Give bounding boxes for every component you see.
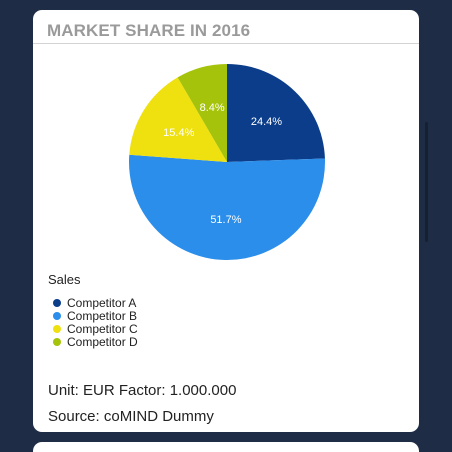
legend-label-d: Competitor D — [67, 334, 138, 349]
legend-item-competitor-c[interactable]: Competitor C — [48, 321, 138, 336]
legend-item-competitor-a[interactable]: Competitor A — [48, 295, 138, 310]
legend-label-b: Competitor B — [67, 308, 138, 323]
legend-marker-b — [53, 311, 61, 320]
legend-item-competitor-d[interactable]: Competitor D — [48, 334, 138, 349]
pie-label-competitor-d: 8.4% — [200, 102, 225, 114]
legend-item-competitor-b[interactable]: Competitor B — [48, 308, 138, 323]
scrollbar[interactable] — [425, 122, 428, 242]
legend-title: Sales — [48, 272, 81, 287]
unit-text: Unit: EUR Factor: 1.000.000 — [48, 382, 237, 399]
legend-label-a: Competitor A — [67, 295, 137, 310]
pie-chart: 24.4% 51.7% 15.4% 8.4% — [129, 64, 325, 261]
pie-label-competitor-c: 15.4% — [163, 127, 194, 139]
legend-label-c: Competitor C — [67, 321, 138, 336]
legend-marker-d — [53, 337, 61, 346]
pie-slice-competitor-b[interactable] — [129, 154, 325, 261]
pie-label-competitor-a: 24.4% — [251, 116, 282, 128]
pie-label-competitor-b: 51.7% — [210, 214, 241, 226]
chart-card: MARKET SHARE IN 2016 24.4% 51.7% 15.4% 8.4%… — [33, 10, 419, 432]
next-card — [33, 442, 419, 452]
legend-marker-a — [53, 298, 61, 307]
pie-slice-competitor-a[interactable] — [227, 64, 325, 162]
legend: Sales Competitor A Competitor B Competit… — [48, 272, 138, 349]
legend-marker-c — [53, 324, 61, 333]
source-text: Source: coMIND Dummy — [48, 408, 214, 425]
